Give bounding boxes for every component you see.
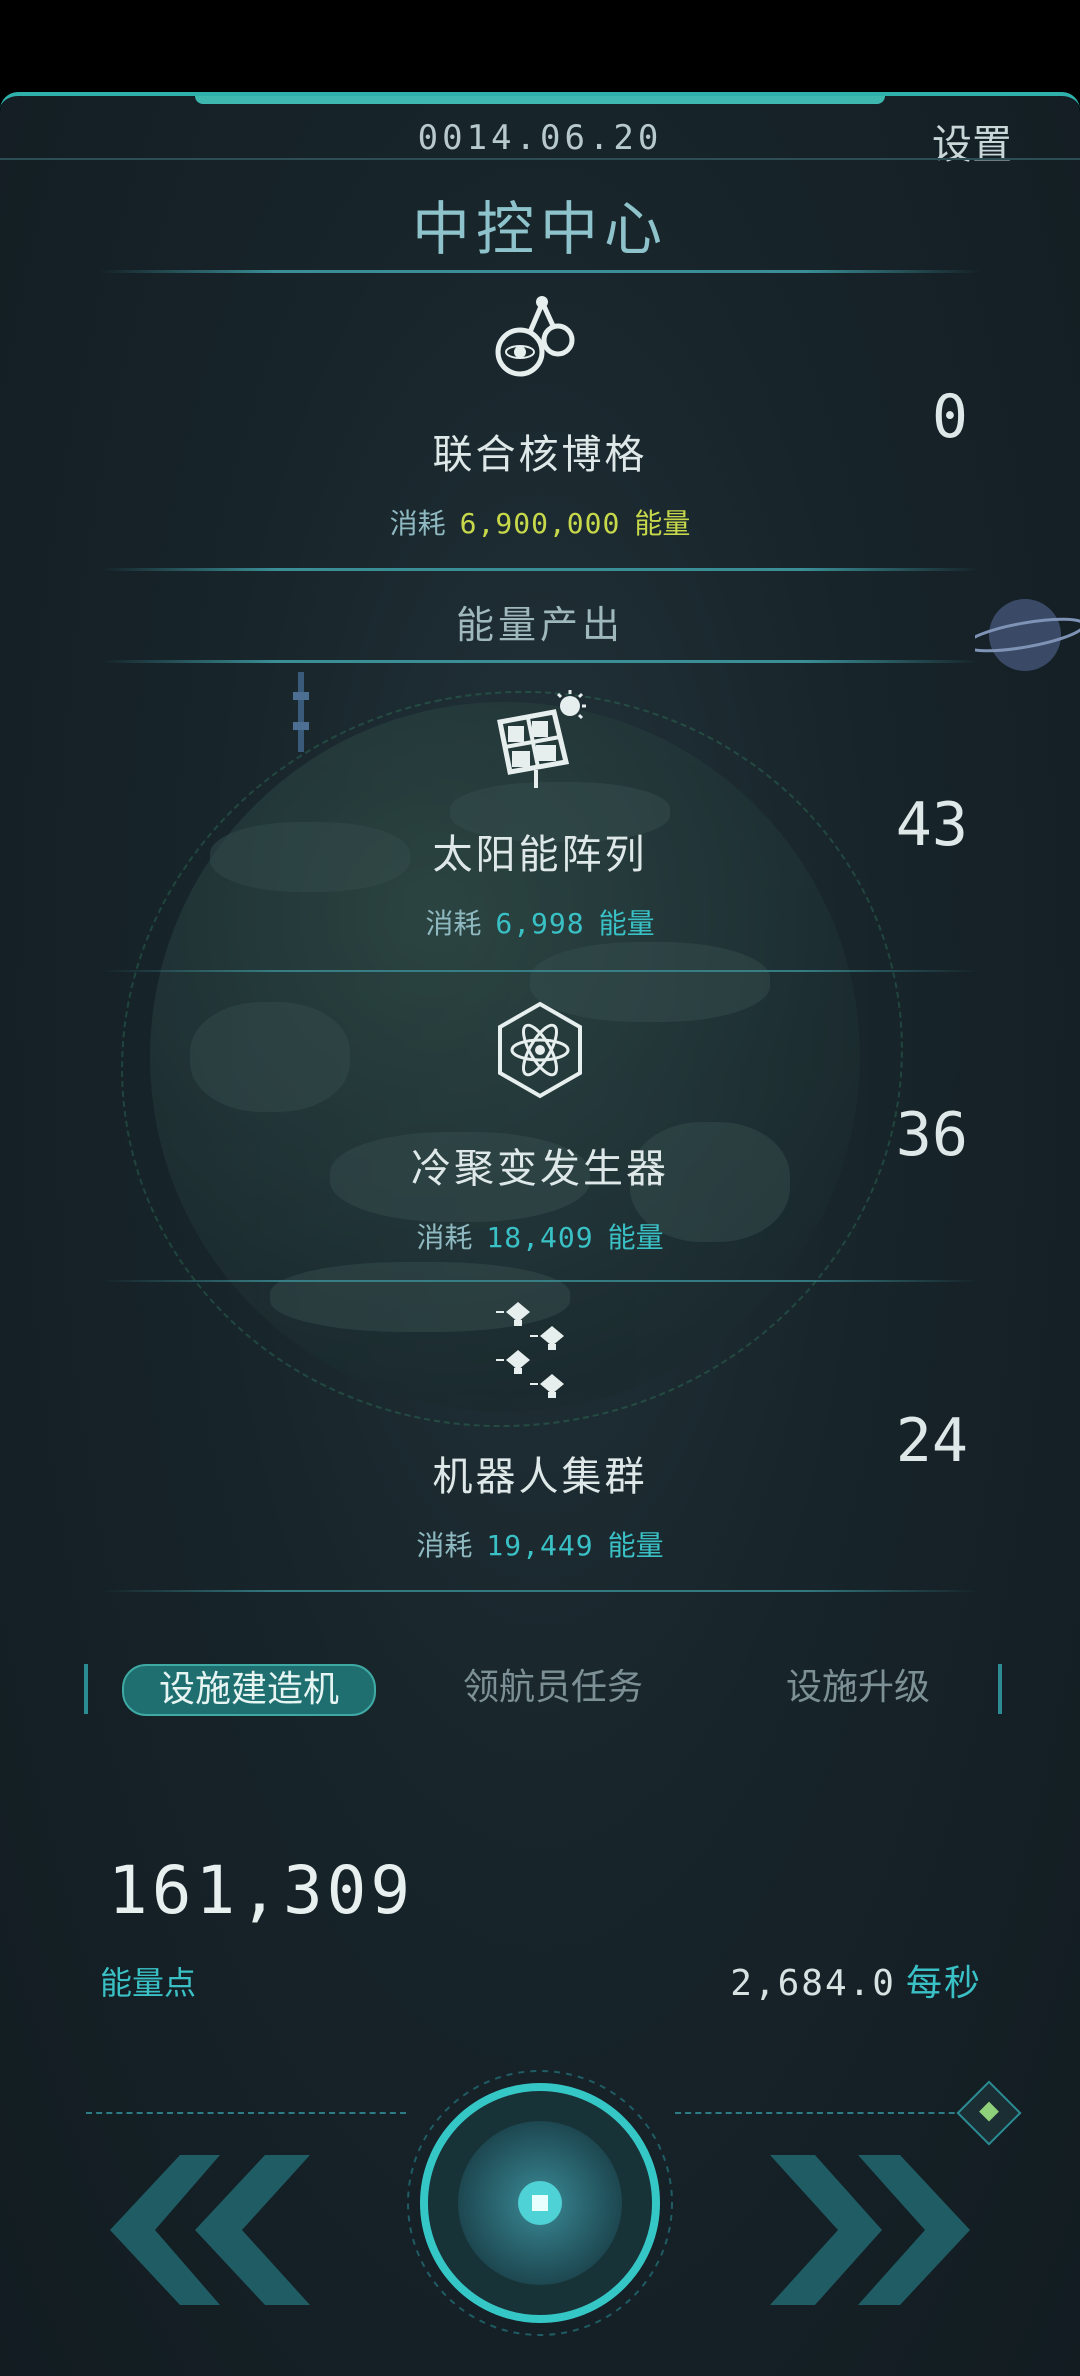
atom-hexagon-icon	[498, 1001, 582, 1099]
building-cost: 消耗 6,900,000 能量	[0, 502, 1080, 542]
cost-unit: 能量	[598, 907, 655, 940]
page-title: 中控中心	[411, 195, 668, 263]
cost-unit: 能量	[607, 1529, 664, 1562]
row-divider	[100, 970, 980, 972]
header-divider	[0, 158, 1080, 160]
building-count: 36	[895, 1100, 968, 1170]
tab-navigator-missions[interactable]: 领航员任务	[428, 1664, 678, 1712]
tab-bar: 设施建造机 领航员任务 设施升级	[84, 1664, 1002, 1716]
section-divider-bottom	[100, 660, 980, 663]
building-cost: 消耗 19,449 能量	[0, 1524, 1080, 1564]
title-divider	[100, 270, 980, 273]
robot-swarm-icon	[496, 1302, 564, 1398]
cost-unit: 能量	[607, 1221, 664, 1254]
row-divider	[100, 1590, 980, 1592]
energy-rate-unit: 每秒	[905, 1963, 982, 2004]
cost-value: 19,449	[486, 1529, 594, 1562]
building-cost: 消耗 6,998 能量	[0, 902, 1080, 942]
row-divider	[100, 1280, 980, 1282]
building-row[interactable]: 冷聚变发生器 消耗 18,409 能量 36	[0, 1000, 1080, 1280]
building-count: 24	[895, 1406, 968, 1476]
control-line-right	[675, 2112, 975, 2114]
double-chevron-left-icon[interactable]	[100, 2150, 320, 2310]
molecule-icon	[495, 296, 575, 377]
double-chevron-right-icon[interactable]	[760, 2150, 980, 2310]
building-name: 联合核博格	[432, 432, 648, 478]
section-divider-top	[100, 568, 980, 571]
cost-value: 18,409	[486, 1221, 594, 1254]
building-count: 0	[931, 382, 968, 452]
cost-value: 6,998	[495, 907, 585, 940]
frame-top-glow	[195, 96, 885, 104]
cost-label: 消耗	[389, 507, 446, 540]
game-date: 0014.06.20	[417, 118, 663, 158]
cost-unit: 能量	[634, 507, 691, 540]
building-row[interactable]: 机器人集群 消耗 19,449 能量 24	[0, 1300, 1080, 1580]
building-row[interactable]: 太阳能阵列 消耗 6,998 能量 43	[0, 690, 1080, 970]
energy-points-value: 161,309	[108, 1852, 415, 1929]
building-featured[interactable]: 联合核博格 消耗 6,900,000 能量 0	[0, 290, 1080, 570]
cost-label: 消耗	[416, 1221, 473, 1254]
cost-value: 6,900,000	[459, 507, 621, 540]
energy-points-label: 能量点	[100, 1964, 197, 2002]
tab-facility-builder[interactable]: 设施建造机	[122, 1664, 376, 1716]
building-cost: 消耗 18,409 能量	[0, 1216, 1080, 1256]
tap-button-icon[interactable]	[402, 2065, 678, 2341]
solar-panel-icon	[497, 690, 586, 788]
building-count: 43	[895, 790, 968, 860]
energy-rate-value: 2,684.0	[730, 1963, 896, 2004]
tab-facility-upgrade[interactable]: 设施升级	[748, 1664, 968, 1712]
settings-button[interactable]: 设置	[932, 112, 1012, 170]
section-label: 能量产出	[455, 603, 624, 647]
energy-rate: 2,684.0 每秒	[730, 1954, 982, 2006]
cost-label: 消耗	[425, 907, 482, 940]
control-line-left	[86, 2112, 406, 2114]
cost-label: 消耗	[416, 1529, 473, 1562]
